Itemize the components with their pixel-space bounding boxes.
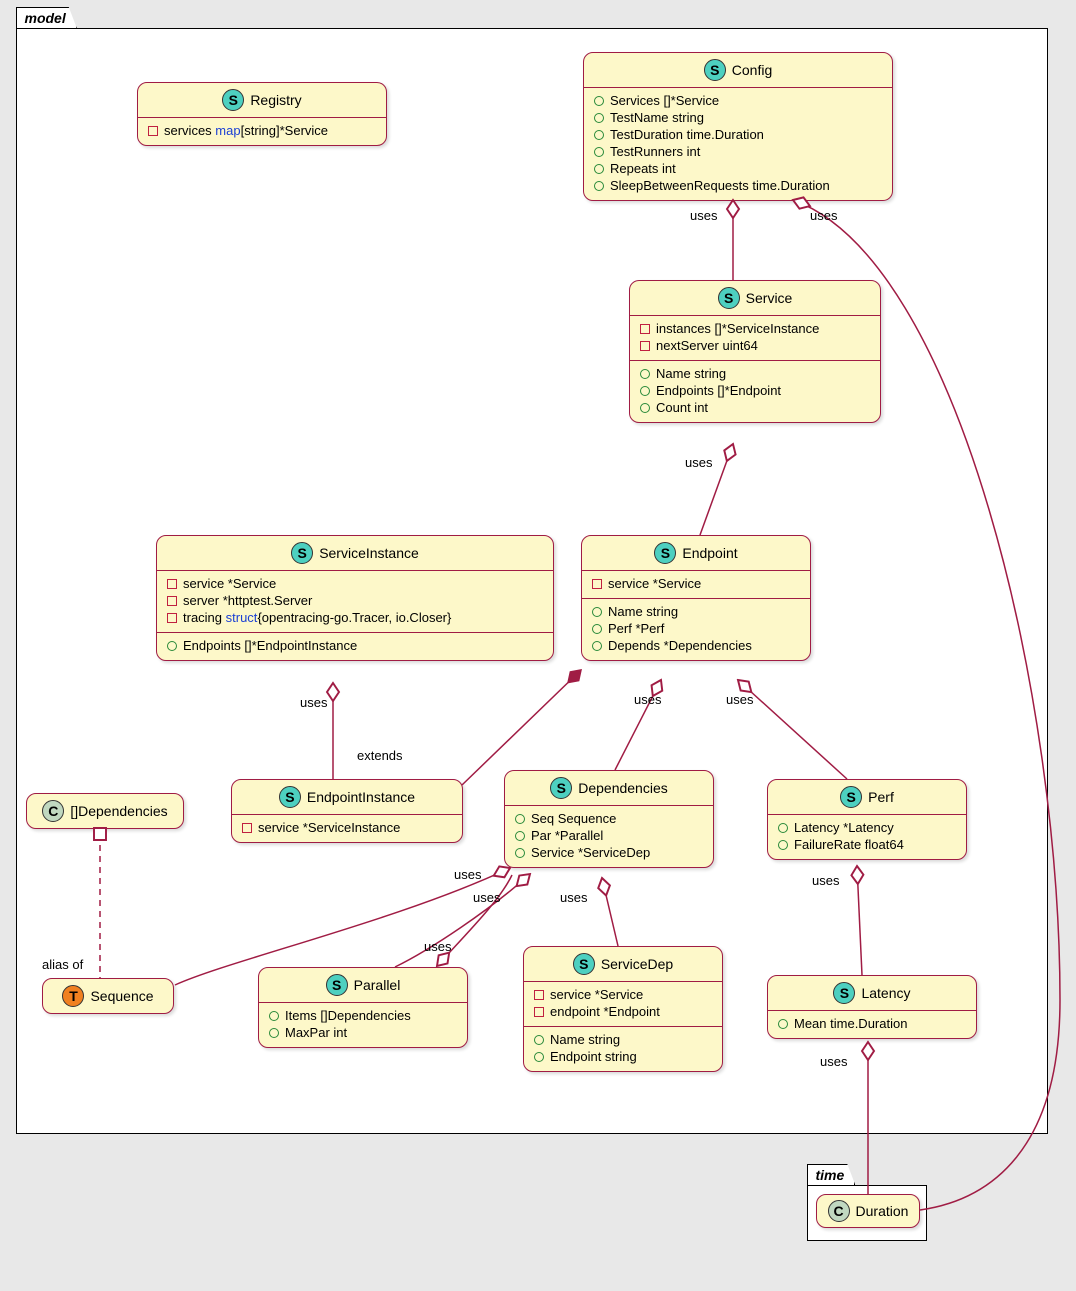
visibility-private-icon xyxy=(167,579,177,589)
class-title-text: Sequence xyxy=(90,988,153,1004)
class-title-text: Duration xyxy=(856,1203,909,1219)
edge-label: extends xyxy=(357,748,403,763)
class-sequence: T Sequence xyxy=(42,978,174,1014)
visibility-public-icon xyxy=(594,164,604,174)
visibility-public-icon xyxy=(269,1028,279,1038)
class-title-text: Registry xyxy=(250,92,301,108)
visibility-private-icon xyxy=(592,579,602,589)
class-title-text: Endpoint xyxy=(682,545,737,561)
class-duration: C Duration xyxy=(816,1194,920,1228)
class-title-text: Latency xyxy=(861,985,910,1001)
visibility-private-icon xyxy=(148,126,158,136)
class-title-text: Parallel xyxy=(354,977,401,993)
visibility-public-icon xyxy=(640,386,650,396)
edge-label: uses xyxy=(820,1054,847,1069)
class-latency: S Latency Mean time.Duration xyxy=(767,975,977,1039)
class-title-text: []Dependencies xyxy=(70,803,167,819)
visibility-public-icon xyxy=(534,1035,544,1045)
visibility-public-icon xyxy=(592,624,602,634)
class-service: S Service instances []*ServiceInstance n… xyxy=(629,280,881,423)
visibility-private-icon xyxy=(640,341,650,351)
class-parallel: S Parallel Items []Dependencies MaxPar i… xyxy=(258,967,468,1048)
visibility-public-icon xyxy=(515,831,525,841)
class-registry: S Registry services map[string]*Service xyxy=(137,82,387,146)
visibility-public-icon xyxy=(778,823,788,833)
class-dependencies: S Dependencies Seq Sequence Par *Paralle… xyxy=(504,770,714,868)
class-title-text: ServiceDep xyxy=(601,956,673,972)
edge-label: uses xyxy=(812,873,839,888)
struct-icon: S xyxy=(326,974,348,996)
package-model-tab: model xyxy=(16,7,77,28)
visibility-public-icon xyxy=(594,181,604,191)
class-title-text: Config xyxy=(732,62,772,78)
class-title-text: ServiceInstance xyxy=(319,545,419,561)
visibility-public-icon xyxy=(592,607,602,617)
struct-icon: S xyxy=(550,777,572,799)
class-config: S Config Services []*Service TestName st… xyxy=(583,52,893,201)
package-time-label: time xyxy=(816,1167,845,1183)
struct-icon: S xyxy=(291,542,313,564)
visibility-private-icon xyxy=(167,596,177,606)
visibility-public-icon xyxy=(594,96,604,106)
struct-icon: S xyxy=(840,786,862,808)
edge-label: uses xyxy=(424,939,451,954)
package-model-label: model xyxy=(25,10,66,26)
edge-label: uses xyxy=(473,890,500,905)
visibility-private-icon xyxy=(167,613,177,623)
visibility-private-icon xyxy=(242,823,252,833)
visibility-public-icon xyxy=(592,641,602,651)
attr: services map[string]*Service xyxy=(148,122,376,139)
class-endpointinstance: S EndpointInstance service *ServiceInsta… xyxy=(231,779,463,843)
visibility-public-icon xyxy=(167,641,177,651)
visibility-private-icon xyxy=(534,1007,544,1017)
class-serviceinstance: S ServiceInstance service *Service serve… xyxy=(156,535,554,661)
struct-icon: S xyxy=(833,982,855,1004)
struct-icon: S xyxy=(704,59,726,81)
edge-label: uses xyxy=(454,867,481,882)
struct-icon: S xyxy=(654,542,676,564)
class-title-text: Service xyxy=(746,290,793,306)
collection-icon: C xyxy=(828,1200,850,1222)
visibility-private-icon xyxy=(534,990,544,1000)
class-endpoint: S Endpoint service *Service Name string … xyxy=(581,535,811,661)
edge-label: uses xyxy=(810,208,837,223)
class-title-text: EndpointInstance xyxy=(307,789,415,805)
class-title-text: Dependencies xyxy=(578,780,668,796)
edge-label: uses xyxy=(690,208,717,223)
visibility-public-icon xyxy=(640,403,650,413)
struct-icon: S xyxy=(573,953,595,975)
visibility-public-icon xyxy=(515,848,525,858)
edge-label: uses xyxy=(685,455,712,470)
visibility-public-icon xyxy=(594,130,604,140)
visibility-public-icon xyxy=(778,840,788,850)
edge-label: uses xyxy=(560,890,587,905)
class-title-text: Perf xyxy=(868,789,894,805)
class-dependencies-slice: C []Dependencies xyxy=(26,793,184,829)
struct-icon: S xyxy=(718,287,740,309)
visibility-private-icon xyxy=(640,324,650,334)
visibility-public-icon xyxy=(594,147,604,157)
edge-label: uses xyxy=(726,692,753,707)
visibility-public-icon xyxy=(269,1011,279,1021)
class-servicedep: S ServiceDep service *Service endpoint *… xyxy=(523,946,723,1072)
edge-label: uses xyxy=(300,695,327,710)
edge-label: alias of xyxy=(42,957,83,972)
class-perf: S Perf Latency *Latency FailureRate floa… xyxy=(767,779,967,860)
visibility-public-icon xyxy=(534,1052,544,1062)
visibility-public-icon xyxy=(640,369,650,379)
edge-label: uses xyxy=(634,692,661,707)
visibility-public-icon xyxy=(778,1019,788,1029)
package-time-tab: time xyxy=(807,1164,856,1185)
struct-icon: S xyxy=(279,786,301,808)
visibility-public-icon xyxy=(515,814,525,824)
struct-icon: S xyxy=(222,89,244,111)
collection-icon: C xyxy=(42,800,64,822)
type-icon: T xyxy=(62,985,84,1007)
visibility-public-icon xyxy=(594,113,604,123)
